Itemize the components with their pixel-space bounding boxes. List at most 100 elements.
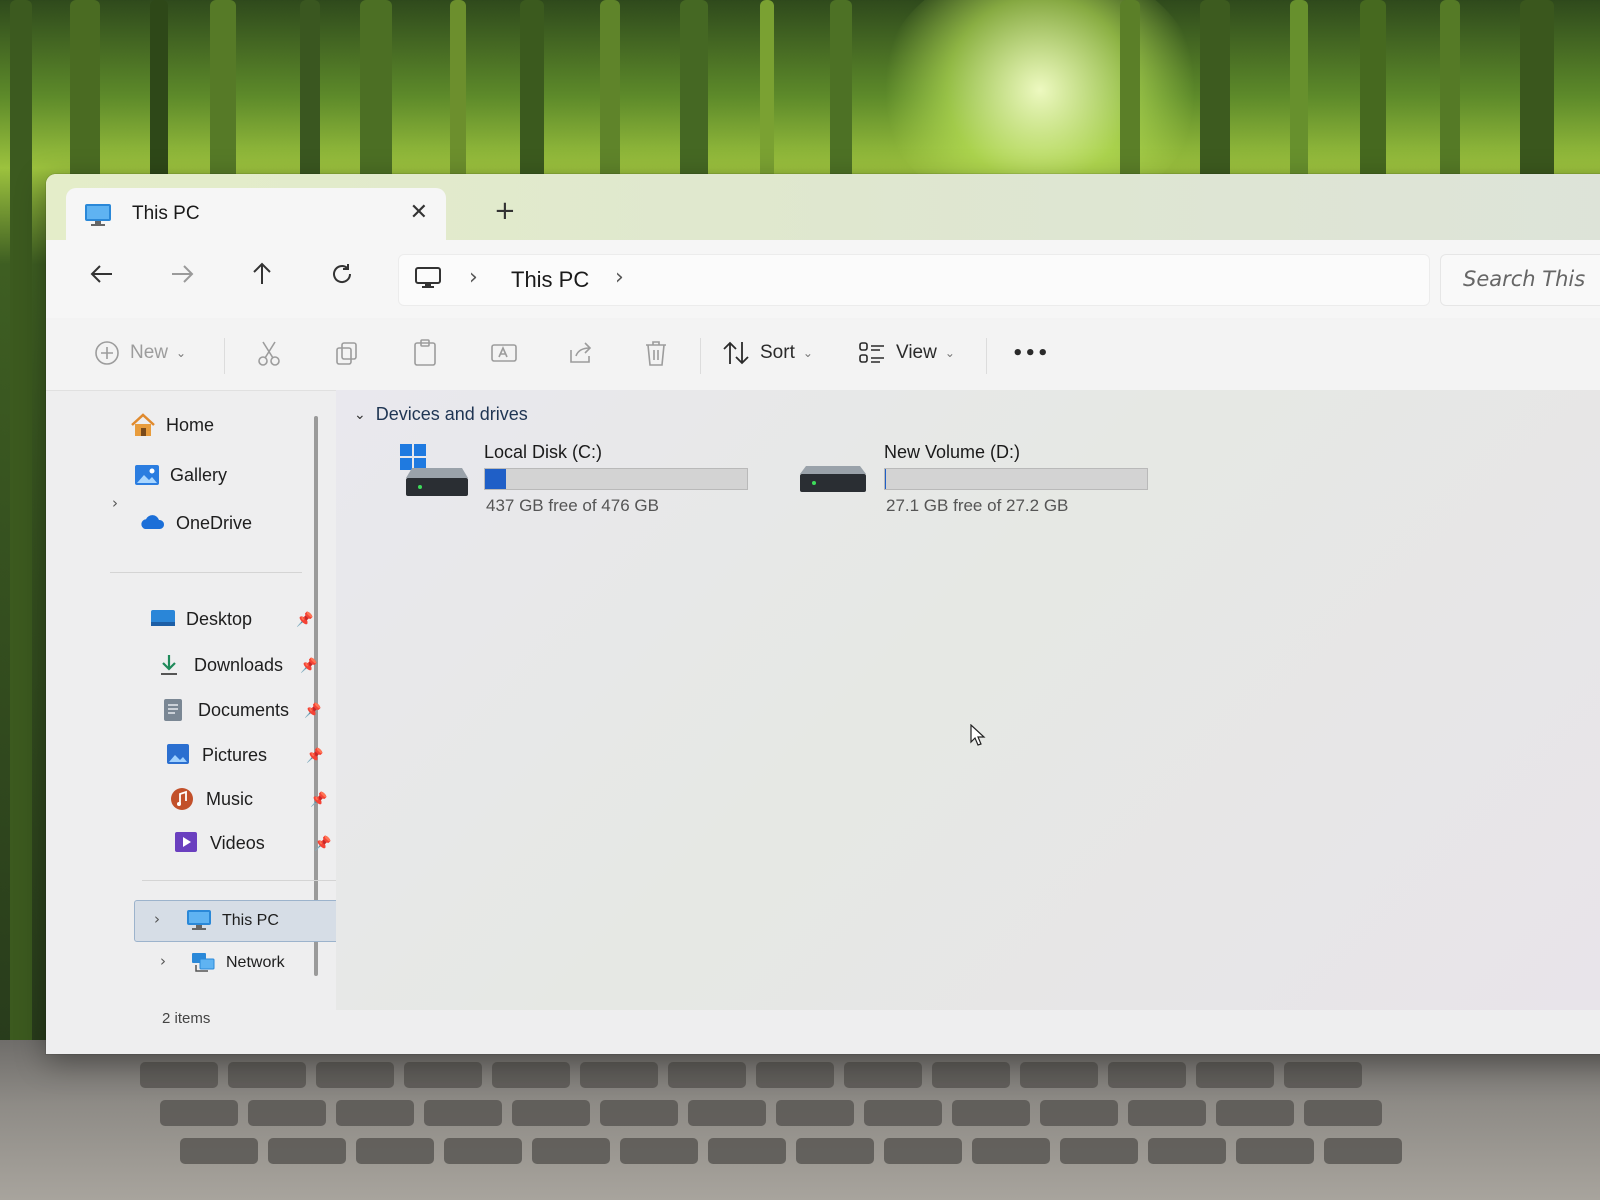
drive-name: New Volume (D:) [884,442,1021,462]
refresh-icon [333,264,352,283]
tab-this-pc[interactable]: This PC ✕ [66,188,446,240]
arrow-left-icon [90,265,112,283]
drive-icon [800,444,870,506]
this-pc-icon [186,909,212,933]
windows-drive-icon [400,444,470,506]
expand-chevron-icon[interactable]: › [154,910,160,928]
search-input[interactable]: Search This [1440,254,1600,306]
share-icon [570,342,592,363]
sidebar-item-label: Documents [198,699,290,720]
laptop-keyboard [0,1040,1600,1200]
sidebar-item-music[interactable]: Music [170,782,253,816]
pin-icon[interactable]: 📌 [304,703,321,719]
downloads-icon [158,653,184,677]
clipboard-icon [414,339,436,366]
drive-tile[interactable]: New Volume (D:) 27.1 GB free of 27.2 GB [800,438,1180,528]
sidebar-item-downloads[interactable]: Downloads [158,648,283,682]
sidebar-item-desktop[interactable]: Desktop [150,602,252,636]
network-icon [190,951,216,975]
breadcrumb-chevron-icon: › [469,265,478,290]
monitor-icon [84,203,112,226]
documents-icon [162,698,188,722]
section-header-devices-and-drives[interactable]: ⌄ Devices and drives [354,404,528,425]
sidebar-item-label: Downloads [194,654,284,675]
sidebar-divider [142,880,338,881]
copy-icon [336,342,357,365]
drive-free-space: 27.1 GB free of 27.2 GB [886,496,1069,515]
home-icon [130,413,156,437]
pin-icon[interactable]: 📌 [300,658,317,674]
search-placeholder: Search This [1463,267,1586,291]
view-list-icon [859,342,884,363]
expand-chevron-icon[interactable]: › [160,952,166,970]
this-pc-icon [415,267,441,288]
drive-name: Local Disk (C:) [484,442,603,462]
status-item-count: 2 items [162,1010,211,1027]
close-tab-icon[interactable]: ✕ [410,200,428,225]
chevron-down-icon: ⌄ [176,346,187,360]
view-button[interactable]: View ⌄ [858,338,955,368]
address-bar[interactable]: › This PC › [398,254,1430,306]
refresh-button[interactable] [326,262,358,292]
sidebar-scrollbar[interactable] [314,416,318,976]
sidebar-item-label: Pictures [202,744,268,765]
new-label: New [130,342,169,363]
back-button[interactable] [86,262,118,290]
sidebar-divider [110,572,302,573]
navigation-pane: Home Gallery › OneDrive Desktop 📌 Downlo… [46,390,346,990]
share-button[interactable] [568,338,594,368]
paste-button[interactable] [412,338,438,368]
sidebar-item-network[interactable]: Network [190,946,285,980]
trash-icon [646,341,666,366]
gallery-icon [134,463,160,487]
pin-icon[interactable]: 📌 [296,612,313,628]
rename-icon [491,344,517,362]
mouse-cursor-icon [970,723,986,746]
cut-button[interactable] [256,338,282,368]
expand-chevron-icon[interactable]: › [112,494,118,512]
forward-button[interactable] [166,262,198,290]
new-tab-button[interactable]: + [494,196,516,226]
pin-icon[interactable]: 📌 [310,792,327,808]
chevron-down-icon: ⌄ [354,406,366,423]
drive-usage-bar [484,468,748,490]
sidebar-item-label: Desktop [186,608,253,629]
breadcrumb-this-pc[interactable]: This PC [511,267,589,293]
arrow-right-icon [172,265,194,283]
pin-icon[interactable]: 📌 [314,836,331,852]
drive-usage-fill [885,469,887,489]
more-options-button[interactable]: ••• [1012,338,1050,368]
command-bar: New ⌄ Sort ⌄ View ⌄ ••• [46,318,1600,391]
rename-button[interactable] [490,338,518,368]
plus-circle-icon [95,341,119,365]
desktop-folder-icon [150,607,176,631]
sidebar-item-label: OneDrive [176,512,253,533]
up-button[interactable] [246,262,278,292]
breadcrumb-chevron-icon[interactable]: › [615,265,624,290]
sidebar-item-label: Home [166,414,215,435]
sidebar-item-gallery[interactable]: Gallery [134,458,227,492]
drive-usage-bar [884,468,1148,490]
sidebar-item-videos[interactable]: Videos [174,826,265,860]
sidebar-item-onedrive[interactable]: OneDrive [140,506,252,540]
pin-icon[interactable]: 📌 [306,748,323,764]
copy-button[interactable] [334,338,360,368]
videos-icon [174,831,200,855]
sidebar-item-home[interactable]: Home [130,408,214,442]
sort-button[interactable]: Sort ⌄ [722,338,813,368]
sidebar-item-pictures[interactable]: Pictures [166,738,267,772]
new-button[interactable]: New ⌄ [94,338,186,368]
music-icon [170,787,196,811]
sidebar-item-documents[interactable]: Documents [162,693,289,727]
sidebar-item-this-pc[interactable]: This PC [186,904,279,938]
drive-free-space: 437 GB free of 476 GB [486,496,659,515]
onedrive-icon [140,511,166,535]
drive-usage-fill [485,469,507,489]
sidebar-item-label: Videos [210,832,265,853]
section-title: Devices and drives [375,404,528,424]
scissors-icon [258,341,280,366]
drive-tile[interactable]: Local Disk (C:) 437 GB free of 476 GB [400,438,780,528]
delete-button[interactable] [644,338,668,368]
file-explorer-window: This PC ✕ + › This PC › Search This New … [46,174,1600,1054]
sort-label: Sort [760,342,795,363]
